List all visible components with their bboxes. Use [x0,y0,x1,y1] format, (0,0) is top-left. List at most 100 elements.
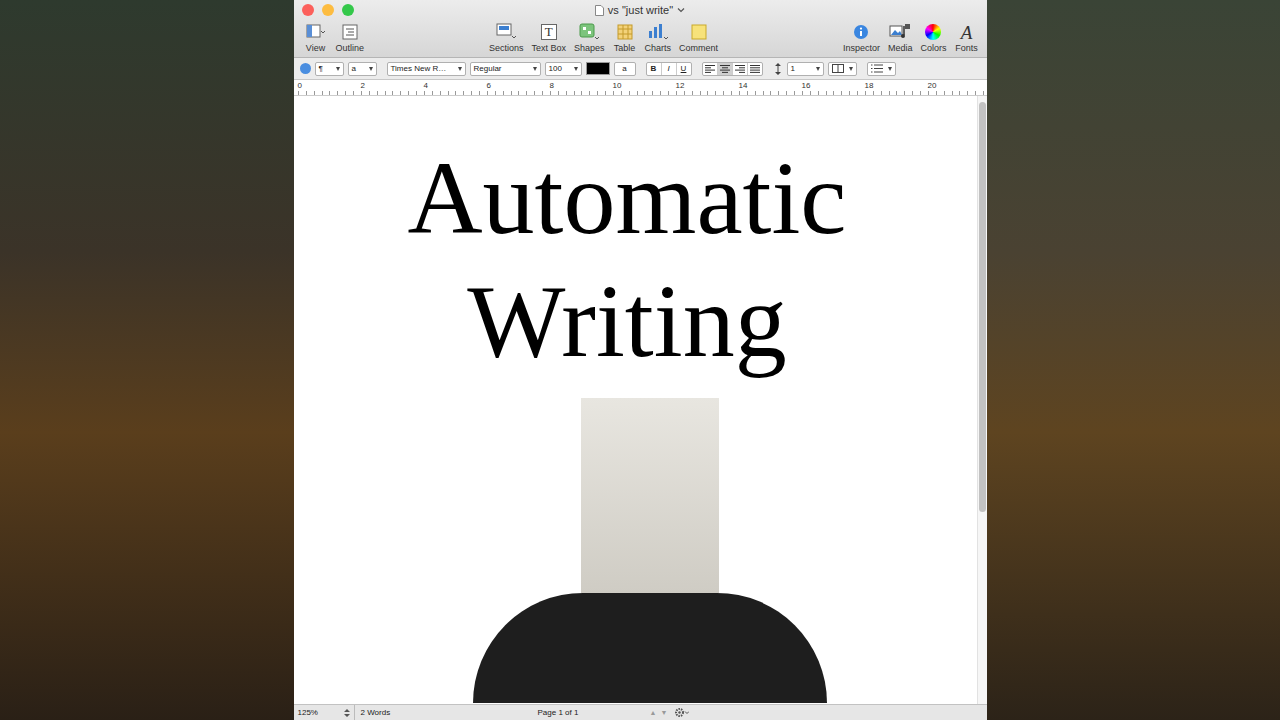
toolbar-button[interactable]: Table [613,22,637,54]
toolbar-button[interactable]: Sections [489,22,524,54]
page-nav-button[interactable]: ▲ [648,709,659,716]
toolbar-button[interactable]: TText Box [531,22,566,54]
toolbar-button[interactable]: View [304,22,328,54]
line-spacing-icon [773,63,783,75]
list-icon [871,64,883,73]
toolbar-label: Shapes [574,42,605,54]
list-popup[interactable] [867,62,896,76]
comment-icon [691,24,707,40]
align-center-icon [720,65,730,73]
ruler-number: 20 [928,80,948,95]
page-number: Page 1 of 1 [461,708,648,717]
toolbar-button[interactable]: Colors [920,22,946,54]
chevron-icon [677,7,685,13]
picture-paper [581,398,719,593]
document-heading[interactable]: AutomaticWriting [407,136,846,382]
charts-icon [647,23,669,41]
window-title[interactable]: vs "just write" [354,4,987,16]
toolbar-left: View Outline [304,22,365,54]
shapes-icon [578,23,600,41]
style-button[interactable]: I [662,63,677,75]
toolbar-label: View [306,42,325,54]
heading-line: Writing [467,259,786,382]
toolbar-button[interactable]: Comment [679,22,718,54]
window-chrome: vs "just write" View Outline Sections TText … [294,0,987,58]
toolbar-label: Table [614,42,636,54]
alignment-button[interactable] [703,63,718,75]
pages-window: vs "just write" View Outline Sections TText … [294,0,987,720]
toolbar-label: Charts [645,42,672,54]
size-field[interactable]: 100 [545,62,582,76]
toolbar-label: Fonts [955,42,978,54]
alignment-button[interactable] [718,63,733,75]
character-style-popup[interactable]: a [348,62,377,76]
toolbar-button[interactable]: Inspector [843,22,880,54]
toolbar-button[interactable]: Media [888,22,913,54]
paragraph-style-popup[interactable]: ¶ [315,62,344,76]
toolbar-label: Sections [489,42,524,54]
style-button[interactable]: B [647,63,662,75]
zoom-button[interactable] [342,4,354,16]
collage-picture[interactable] [473,398,827,703]
status-bar: 125% 2 WordsPage 1 of 1▲▼ [294,704,987,720]
toolbar-label: Comment [679,42,718,54]
toolbar-center: Sections TText Box Shapes Table Charts Commen… [489,22,718,54]
alignment-button[interactable] [748,63,762,75]
minimize-button[interactable] [322,4,334,16]
alignment-button[interactable] [733,63,748,75]
ruler-number: 12 [676,80,739,95]
ruler: 02468101214161820 [294,80,987,96]
alignment-buttons [702,62,763,76]
gear-icon[interactable] [675,708,689,717]
traffic-lights [294,4,354,16]
title-text: vs "just write" [608,4,673,16]
format-bar: ¶aTimes New R…Regular100aBIU1 [294,58,987,80]
scroll-thumb[interactable] [979,102,986,512]
toolbar-label: Media [888,42,913,54]
scrollbar[interactable] [977,96,987,704]
ruler-number: 18 [865,80,928,95]
toolbar-label: Outline [336,42,365,54]
media-icon [889,23,911,41]
toolbar-button[interactable]: Charts [645,22,672,54]
highlight-well[interactable]: a [614,62,636,76]
typeface-popup[interactable]: Regular [470,62,541,76]
ruler-number: 14 [739,80,802,95]
toolbar-label: Inspector [843,42,880,54]
ruler-number: 0 [298,80,361,95]
color-wheel-icon [925,24,941,40]
page-nav-button[interactable]: ▼ [658,709,669,716]
ruler-number: 16 [802,80,865,95]
word-count: 2 Words [355,708,461,717]
document-icon [595,5,604,16]
toolbar-label: Text Box [531,42,566,54]
toolbar-button[interactable]: Shapes [574,22,605,54]
align-left-icon [705,65,715,73]
close-button[interactable] [302,4,314,16]
ruler-number: 4 [424,80,487,95]
line-spacing-field[interactable]: 1 [787,62,824,76]
toolbar-button[interactable]: AFonts [954,22,978,54]
view-icon [306,24,326,40]
columns-popup[interactable] [828,62,857,76]
toolbar: View Outline Sections TText Box Shapes Table C… [294,20,987,57]
picture-body [473,593,827,703]
columns-icon [832,64,844,73]
title-bar: vs "just write" [294,0,987,20]
toolbar-right: Inspector Media Colors AFonts [843,22,979,54]
zoom-popup[interactable]: 125% [294,705,355,720]
toolbar-button[interactable]: Outline [336,22,365,54]
style-buttons: BIU [646,62,692,76]
page: AutomaticWriting [294,96,977,704]
align-justify-icon [750,65,760,73]
desktop: vs "just write" View Outline Sections TText … [0,0,1280,720]
ruler-number: 2 [361,80,424,95]
style-button[interactable]: U [677,63,691,75]
table-icon [617,24,633,40]
fonts-icon: A [961,23,973,42]
font-popup[interactable]: Times New R… [387,62,466,76]
format-toggle-icon[interactable] [300,63,311,74]
ruler-number: 10 [613,80,676,95]
text-color-well[interactable] [586,62,610,75]
info-icon [853,24,869,40]
